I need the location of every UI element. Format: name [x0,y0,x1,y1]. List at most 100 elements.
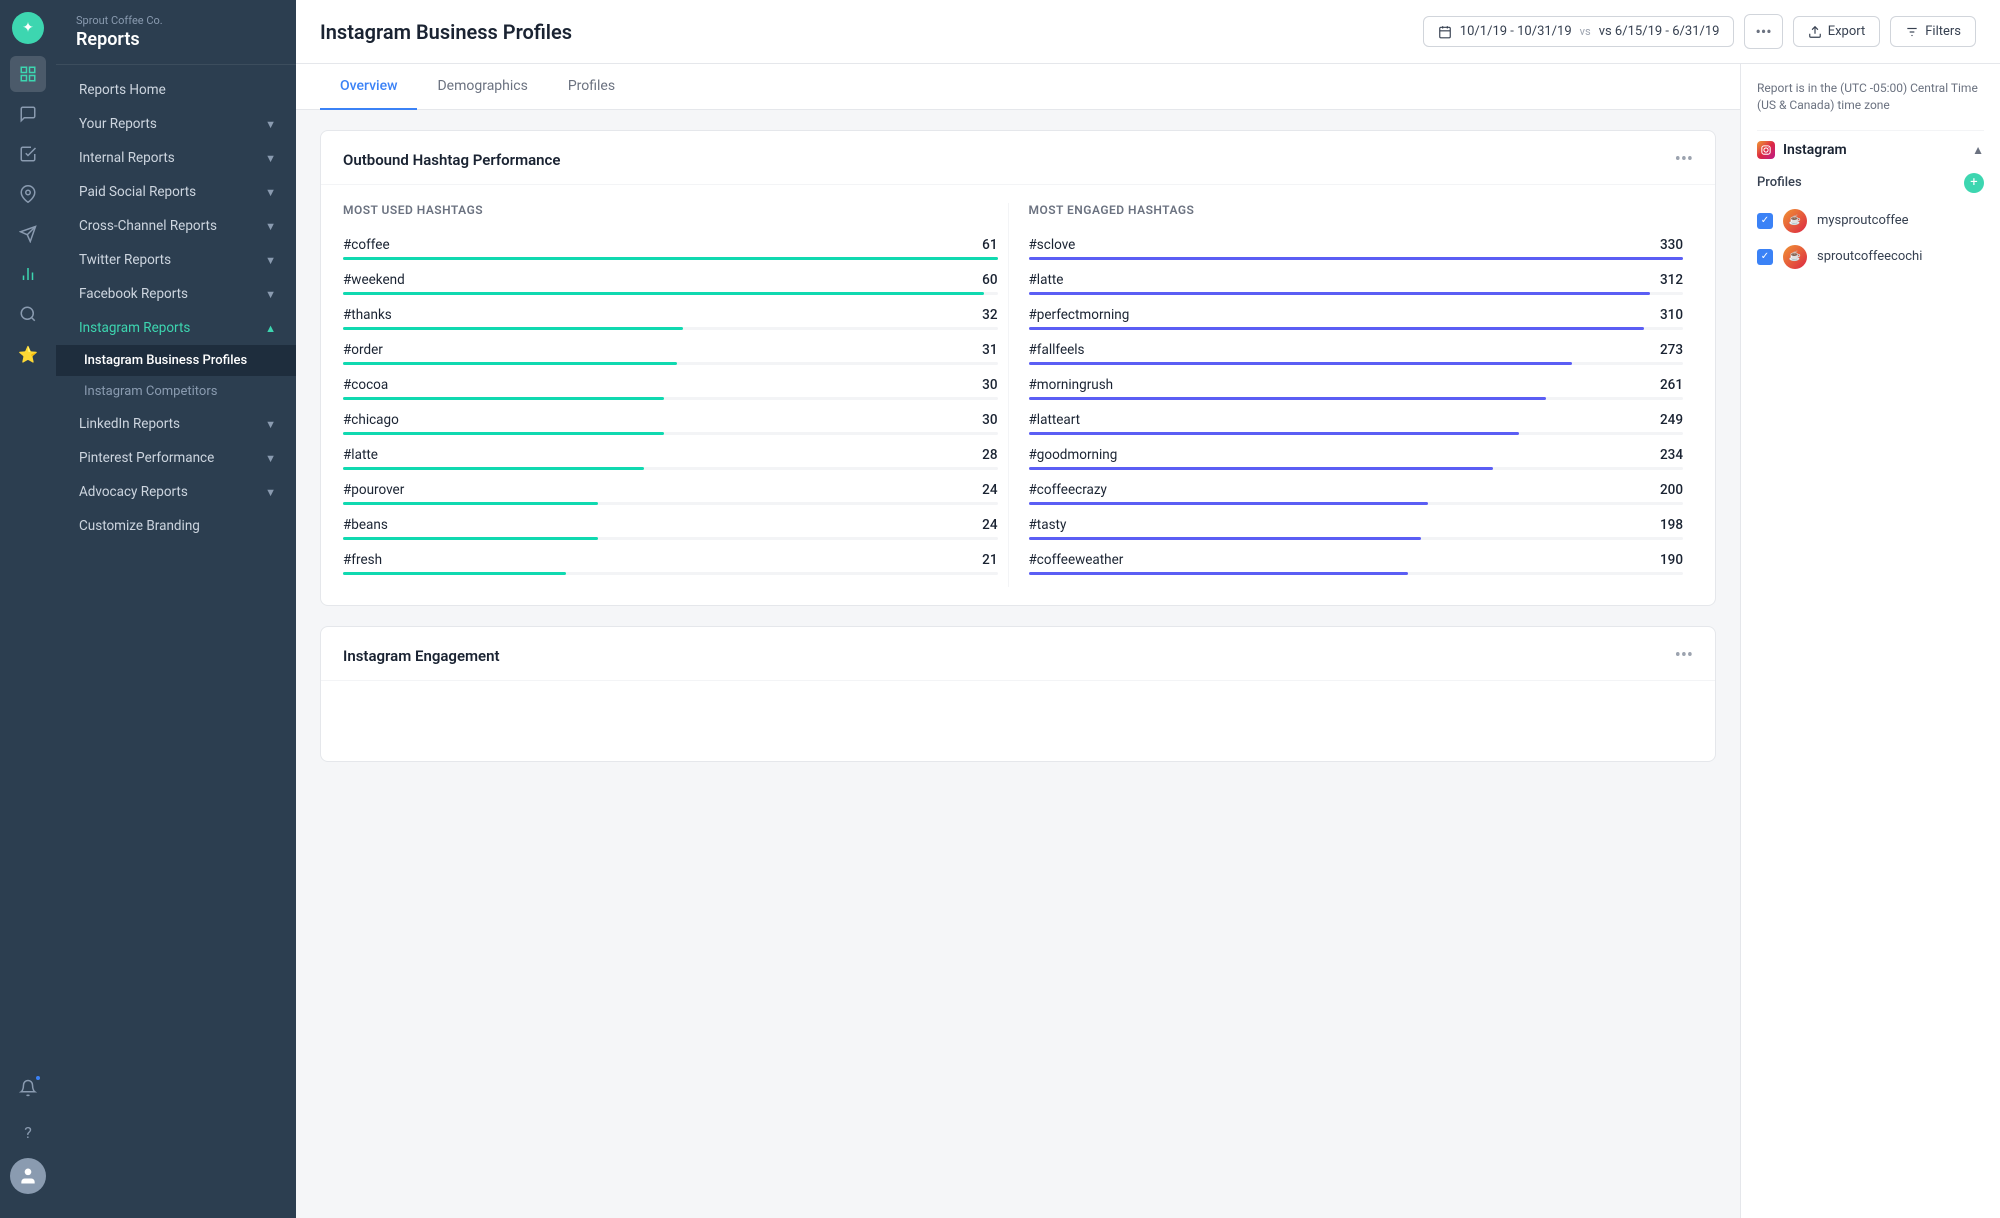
instagram-section-title: Instagram [1757,141,1847,159]
sidebar-header: Sprout Coffee Co. Reports [56,0,296,65]
export-button[interactable]: Export [1793,16,1881,47]
profile-checkbox[interactable]: ✓ [1757,213,1773,229]
hashtag-count: 32 [982,307,997,323]
company-name: Sprout Coffee Co. [76,14,276,27]
card-more-button-engagement[interactable]: ••• [1675,645,1693,666]
hashtag-count: 330 [1660,237,1683,253]
brand-icon[interactable]: ✦ [12,12,44,44]
nav-icon-analytics[interactable] [10,256,46,292]
hashtag-row: #sclove 330 [1029,237,1684,260]
add-profile-button[interactable]: + [1964,173,1984,193]
date-range-picker[interactable]: 10/1/19 - 10/31/19 vs vs 6/15/19 - 6/31/… [1423,16,1735,47]
user-avatar[interactable] [10,1158,46,1194]
hashtag-bar-fill [343,467,644,470]
nav-icon-reports[interactable] [10,56,46,92]
tab-overview[interactable]: Overview [320,64,417,110]
profile-item[interactable]: ✓ ☕ mysproutcoffee [1757,203,1984,239]
main-content: Overview Demographics Profiles Outbound … [296,64,1740,1218]
hashtag-row: #coffeecrazy 200 [1029,482,1684,505]
nav-icon-advocacy[interactable]: ⭐ [10,336,46,372]
hashtag-row: #beans 24 [343,517,998,540]
hashtag-row: #latte 28 [343,447,998,470]
nav-icon-inbox[interactable] [10,96,46,132]
nav-icon-pin[interactable] [10,176,46,212]
right-panel: Report is in the (UTC -05:00) Central Ti… [1740,64,2000,1218]
hashtag-row: #thanks 32 [343,307,998,330]
hashtag-bar-bg [343,327,998,330]
check-icon: ✓ [1761,215,1769,226]
hashtag-name: #latte [343,447,378,463]
chevron-down-icon: ▼ [265,418,276,431]
hashtag-bar-bg [343,257,998,260]
hashtag-name: #sclove [1029,237,1076,253]
profile-checkbox[interactable]: ✓ [1757,249,1773,265]
tab-profiles[interactable]: Profiles [548,64,635,110]
sidebar-item-twitter[interactable]: Twitter Reports ▼ [56,243,296,277]
filters-button[interactable]: Filters [1890,16,1976,47]
sidebar-item-branding[interactable]: Customize Branding [56,509,296,543]
cards-area: Outbound Hashtag Performance ••• Most Us… [296,110,1740,802]
hashtag-count: 200 [1660,482,1683,498]
hashtag-name: #pourover [343,482,404,498]
help-icon[interactable]: ? [10,1114,46,1150]
hashtag-name: #fallfeels [1029,342,1085,358]
hashtag-count: 198 [1660,517,1683,533]
hashtag-name: #tasty [1029,517,1067,533]
sidebar-item-reports-home[interactable]: Reports Home [56,73,296,107]
hashtag-count: 24 [982,517,997,533]
chevron-down-icon: ▼ [265,118,276,131]
profiles-row: Profiles + [1757,167,1984,203]
sidebar-item-pinterest[interactable]: Pinterest Performance ▼ [56,441,296,475]
more-options-button[interactable]: ••• [1744,14,1782,49]
nav-icon-listening[interactable] [10,296,46,332]
chevron-down-icon: ▼ [265,452,276,465]
hashtag-bar-fill [343,502,598,505]
hashtag-bar-bg [1029,572,1684,575]
hashtag-bar-fill [343,537,598,540]
hashtag-bar-bg [1029,432,1684,435]
hashtag-bar-fill [1029,292,1651,295]
most-engaged-rows: #sclove 330 #latte 312 #perfectmorning 3… [1029,237,1684,575]
hashtag-count: 30 [982,412,997,428]
most-used-rows: #coffee 61 #weekend 60 #thanks 32 #order… [343,237,998,575]
notification-icon[interactable] [10,1070,46,1106]
sidebar-item-advocacy[interactable]: Advocacy Reports ▼ [56,475,296,509]
filters-label: Filters [1925,24,1961,39]
sidebar-item-cross-channel[interactable]: Cross-Channel Reports ▼ [56,209,296,243]
hashtag-bar-bg [343,292,998,295]
sidebar-item-your-reports[interactable]: Your Reports ▼ [56,107,296,141]
sidebar-subitem-instagram-business[interactable]: Instagram Business Profiles [56,345,296,376]
check-icon: ✓ [1761,251,1769,262]
card-title-hashtag: Outbound Hashtag Performance [343,151,560,169]
sidebar-subitem-instagram-competitors[interactable]: Instagram Competitors [56,376,296,407]
section-chevron-up-icon[interactable]: ▲ [1972,143,1984,157]
sidebar-item-linkedin[interactable]: LinkedIn Reports ▼ [56,407,296,441]
hashtag-count: 261 [1660,377,1683,393]
profiles-label: Profiles [1757,175,1802,190]
hashtag-bar-bg [343,362,998,365]
sidebar-item-facebook[interactable]: Facebook Reports ▼ [56,277,296,311]
chevron-down-icon: ▼ [265,186,276,199]
timezone-text: Report is in the (UTC -05:00) Central Ti… [1757,80,1984,114]
nav-icon-tasks[interactable] [10,136,46,172]
nav-icon-publish[interactable] [10,216,46,252]
profile-item[interactable]: ✓ ☕ sproutcoffeecochi [1757,239,1984,275]
hashtag-row: #perfectmorning 310 [1029,307,1684,330]
tab-demographics[interactable]: Demographics [417,64,547,110]
hashtag-name: #latte [1029,272,1064,288]
hashtag-bar-bg [1029,502,1684,505]
hashtag-bar-fill [1029,397,1546,400]
sidebar-item-instagram-reports[interactable]: Instagram Reports ▲ [56,311,296,345]
card-more-button[interactable]: ••• [1675,149,1693,170]
card-header-hashtag: Outbound Hashtag Performance ••• [321,131,1715,185]
hashtag-name: #fresh [343,552,382,568]
sidebar-item-paid-social[interactable]: Paid Social Reports ▼ [56,175,296,209]
export-label: Export [1828,24,1866,39]
sidebar-item-internal-reports[interactable]: Internal Reports ▼ [56,141,296,175]
chevron-down-icon: ▼ [265,220,276,233]
hashtag-row: #coffeeweather 190 [1029,552,1684,575]
hashtag-bar-fill [1029,257,1684,260]
hashtag-row: #tasty 198 [1029,517,1684,540]
hashtag-bar-fill [1029,432,1520,435]
card-header-engagement: Instagram Engagement ••• [321,627,1715,681]
